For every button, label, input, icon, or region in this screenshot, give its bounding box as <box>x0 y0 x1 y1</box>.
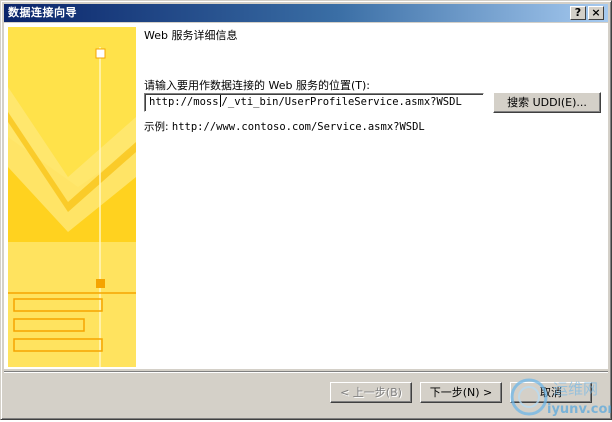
location-label: 请输入要用作数据连接的 Web 服务的位置(T): <box>144 79 370 92</box>
wizard-content: Web 服务详细信息 请输入要用作数据连接的 Web 服务的位置(T): htt… <box>4 23 608 369</box>
wizard-window: 数据连接向导 ? × Web 服务详细信息 请输入要用作数据连接的 Web 服务… <box>0 0 612 420</box>
example-url: http://www.contoso.com/Service.asmx?WSDL <box>171 121 425 133</box>
watermark-site-text: iyunv.com <box>547 402 611 417</box>
url-text-after-caret: /_vti_bin/UserProfileService.asmx?WSDL <box>221 96 462 108</box>
wizard-side-art <box>8 27 136 367</box>
url-text-before-caret: http://moss <box>149 96 219 108</box>
next-button[interactable]: 下一步(N) > <box>420 382 502 403</box>
search-uddi-button[interactable]: 搜索 UDDI(E)... <box>493 92 601 113</box>
footer-divider <box>4 371 608 373</box>
help-button[interactable]: ? <box>570 6 586 20</box>
title-bar[interactable]: 数据连接向导 ? × <box>4 4 608 22</box>
text-caret <box>219 95 221 107</box>
example-prefix: 示例: <box>144 121 169 133</box>
page-subtitle: Web 服务详细信息 <box>144 29 238 42</box>
back-button[interactable]: < 上一步(B) <box>330 382 412 403</box>
example-hint: 示例: http://www.contoso.com/Service.asmx?… <box>144 119 425 134</box>
web-service-url-input[interactable]: http://moss/_vti_bin/UserProfileService.… <box>144 93 484 112</box>
cancel-button[interactable]: 取消 <box>510 382 592 403</box>
close-button[interactable]: × <box>588 6 604 20</box>
window-title: 数据连接向导 <box>8 6 77 19</box>
